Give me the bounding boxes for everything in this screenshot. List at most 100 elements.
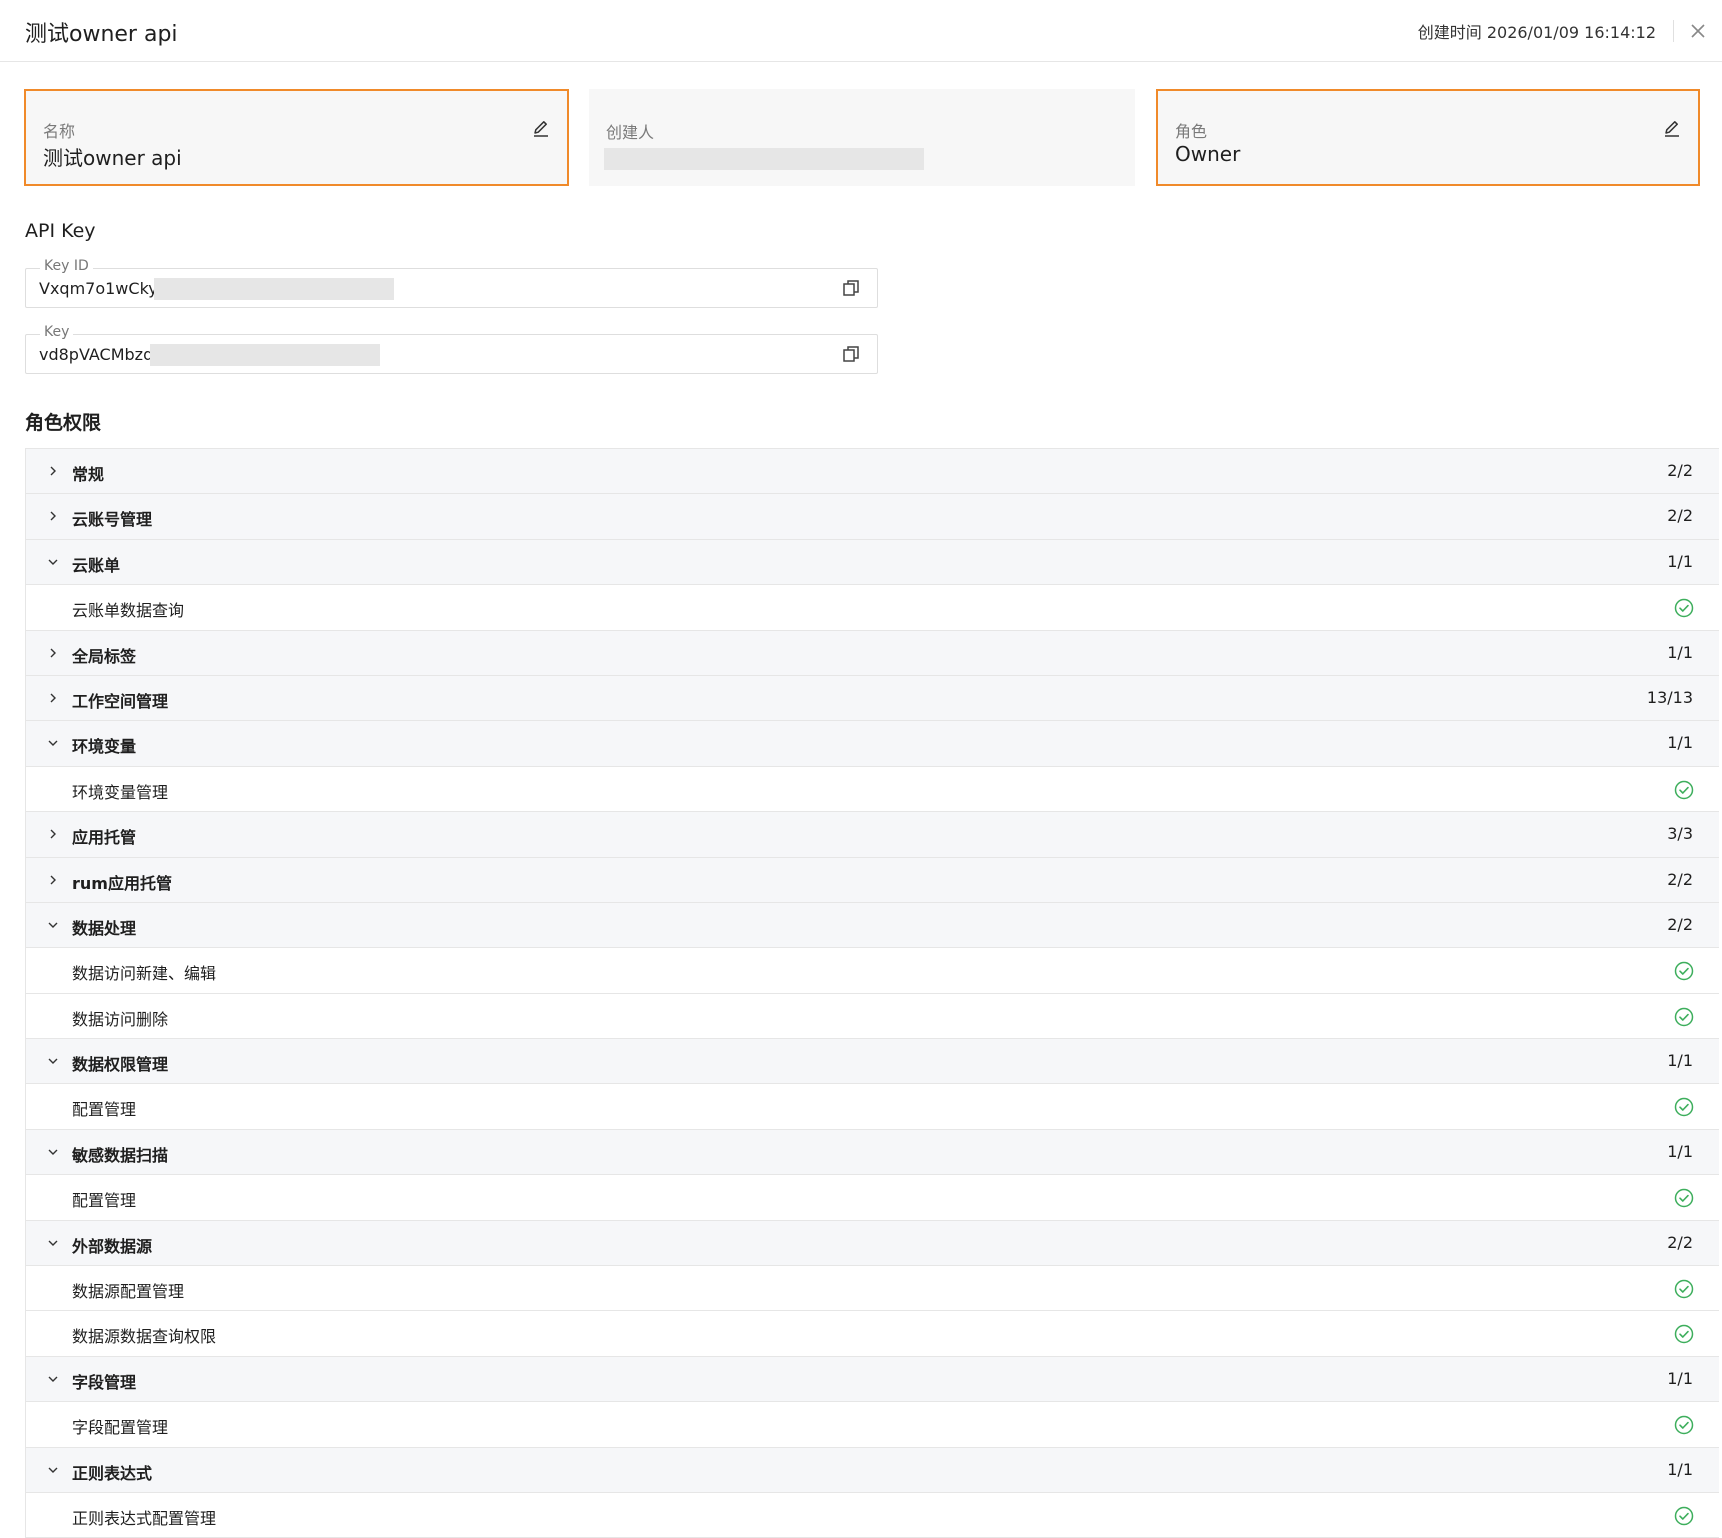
check-circle-icon — [1674, 1007, 1694, 1026]
permission-label: 数据权限管理 — [72, 1055, 169, 1075]
permission-label: 云账单数据查询 — [72, 601, 185, 621]
chevron-down-icon[interactable] — [46, 1236, 60, 1250]
permission-item-row: 配置管理 — [26, 1175, 1719, 1221]
copy-key-button[interactable] — [841, 344, 861, 364]
role-label: 角色 — [1175, 122, 1208, 141]
chevron-down-icon[interactable] — [46, 1145, 60, 1159]
creator-redacted — [604, 148, 924, 170]
key-id-field: Key ID Vxqm7o1wCky — [25, 258, 878, 308]
permission-group-row[interactable]: 敏感数据扫描 1/1 — [26, 1129, 1719, 1176]
key-value: vd8pVACMbzq — [39, 345, 154, 364]
permission-group-row[interactable]: 云账号管理 2/2 — [26, 494, 1719, 540]
permission-group-row[interactable]: 外部数据源 2/2 — [26, 1220, 1719, 1267]
created-value: 2026/01/09 16:14:12 — [1486, 23, 1656, 42]
permission-label: 字段管理 — [72, 1372, 137, 1392]
permission-label: 数据源配置管理 — [72, 1282, 185, 1302]
name-value: 测试owner api — [43, 146, 182, 170]
close-icon — [1691, 24, 1705, 38]
chevron-down-icon[interactable] — [46, 1054, 60, 1068]
key-redacted — [150, 344, 380, 366]
permission-group-row[interactable]: 工作空间管理 13/13 — [26, 675, 1719, 722]
permission-count: 2/2 — [1667, 506, 1693, 526]
permission-label: 应用托管 — [72, 828, 137, 848]
permission-count: 1/1 — [1667, 642, 1693, 662]
edit-role-button[interactable] — [1662, 118, 1682, 138]
chevron-down-icon[interactable] — [46, 1372, 60, 1386]
permission-label: 正则表达式 — [72, 1463, 153, 1483]
permission-label: 字段配置管理 — [72, 1418, 169, 1438]
permission-label: rum应用托管 — [72, 873, 172, 893]
permission-group-row[interactable]: 云账单 1/1 — [26, 539, 1719, 586]
api-key-title: API Key — [25, 220, 96, 242]
check-circle-icon — [1674, 1325, 1694, 1344]
key-label: Key — [40, 324, 74, 340]
chevron-right-icon[interactable] — [46, 509, 60, 523]
creator-card: 创建人 — [589, 89, 1135, 186]
chevron-down-icon[interactable] — [46, 736, 60, 750]
chevron-right-icon[interactable] — [46, 691, 60, 705]
permission-label: 云账号管理 — [72, 510, 153, 530]
permission-item-row: 数据访问删除 — [26, 993, 1719, 1040]
copy-icon — [843, 346, 859, 362]
permission-label: 配置管理 — [72, 1100, 137, 1120]
header-divider — [1673, 20, 1674, 42]
key-id-label: Key ID — [40, 258, 93, 274]
permission-group-row[interactable]: 应用托管 3/3 — [26, 812, 1719, 858]
creator-label: 创建人 — [606, 123, 655, 142]
permission-label: 正则表达式配置管理 — [72, 1508, 217, 1528]
chevron-down-icon[interactable] — [46, 918, 60, 932]
check-circle-icon — [1674, 1189, 1694, 1208]
permission-item-row: 环境变量管理 — [26, 766, 1719, 813]
permission-count: 1/1 — [1667, 1368, 1693, 1388]
chevron-right-icon[interactable] — [46, 646, 60, 660]
pencil-icon — [534, 121, 548, 137]
check-circle-icon — [1674, 598, 1694, 618]
permission-label: 环境变量管理 — [72, 782, 169, 802]
permission-count: 13/13 — [1646, 687, 1693, 707]
permission-label: 全局标签 — [72, 646, 137, 666]
chevron-right-icon[interactable] — [46, 464, 60, 478]
permission-count: 1/1 — [1667, 551, 1693, 571]
permissions-table: 常规 2/2 云账号管理 2/2 云账单 1/1 云账单数据查询 全局标签 1/1 工作空间管理 1… — [25, 448, 1719, 1538]
permission-label: 工作空间管理 — [72, 691, 169, 711]
created-label: 创建时间 — [1417, 23, 1482, 42]
permission-group-row[interactable]: 数据处理 2/2 — [26, 902, 1719, 949]
permission-group-row[interactable]: 字段管理 1/1 — [26, 1356, 1719, 1403]
permissions-title: 角色权限 — [25, 412, 102, 434]
permission-group-row[interactable]: 正则表达式 1/1 — [26, 1447, 1719, 1493]
permission-item-row: 数据访问新建、编辑 — [26, 948, 1719, 994]
check-circle-icon — [1674, 1098, 1694, 1117]
chevron-right-icon[interactable] — [46, 827, 60, 841]
permission-item-row: 配置管理 — [26, 1084, 1719, 1130]
permission-count: 2/2 — [1667, 914, 1693, 934]
permission-label: 云账单 — [72, 555, 121, 575]
permission-count: 1/1 — [1667, 1051, 1693, 1071]
close-button[interactable] — [1688, 21, 1708, 41]
role-card: 角色 Owner — [1156, 89, 1700, 186]
permission-count: 1/1 — [1667, 1459, 1693, 1479]
copy-key-id-button[interactable] — [841, 278, 861, 298]
check-circle-icon — [1674, 1279, 1694, 1299]
permission-label: 敏感数据扫描 — [72, 1145, 169, 1165]
permission-group-row[interactable]: 环境变量 1/1 — [26, 721, 1719, 767]
permission-group-row[interactable]: rum应用托管 2/2 — [26, 857, 1719, 903]
permission-group-row[interactable]: 常规 2/2 — [26, 449, 1719, 495]
permission-label: 数据处理 — [72, 918, 137, 938]
permission-item-row: 数据源数据查询权限 — [26, 1311, 1719, 1357]
edit-name-button[interactable] — [531, 118, 551, 138]
key-id-redacted — [154, 278, 394, 300]
permission-count: 2/2 — [1667, 461, 1693, 480]
page-title: 测试owner api — [25, 22, 178, 47]
permission-group-row[interactable]: 全局标签 1/1 — [26, 630, 1719, 676]
permission-label: 数据访问删除 — [72, 1009, 169, 1029]
permission-group-row[interactable]: 数据权限管理 1/1 — [26, 1039, 1719, 1085]
name-label: 名称 — [43, 122, 76, 141]
chevron-down-icon[interactable] — [46, 555, 60, 569]
chevron-right-icon[interactable] — [46, 873, 60, 887]
permission-item-row: 云账单数据查询 — [26, 585, 1719, 631]
permission-count: 2/2 — [1667, 1232, 1693, 1252]
check-circle-icon — [1674, 962, 1694, 981]
permission-label: 常规 — [72, 465, 105, 484]
chevron-down-icon[interactable] — [46, 1463, 60, 1477]
permission-label: 数据源数据查询权限 — [72, 1327, 217, 1347]
